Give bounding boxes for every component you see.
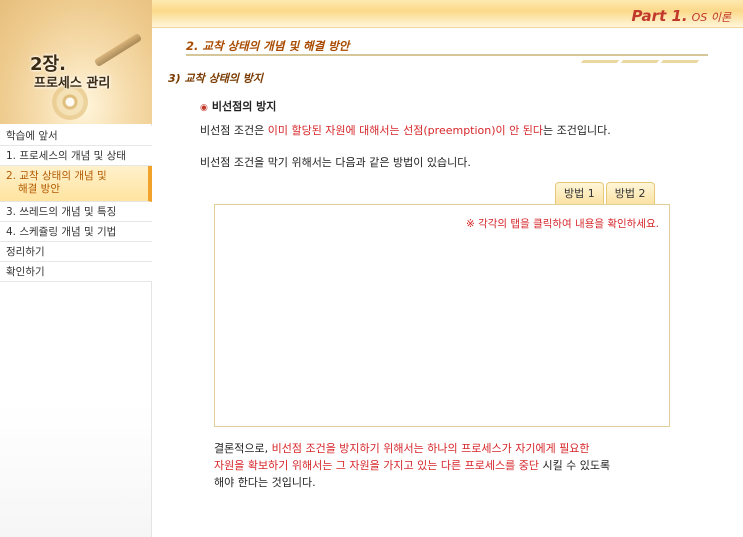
method-intro-paragraph: 비선점 조건을 막기 위해서는 다음과 같은 방법이 있습니다.: [200, 156, 471, 169]
conclusion-line1-a: 결론적으로,: [214, 442, 272, 455]
conclusion-line1: 결론적으로, 비선점 조건을 방지하기 위해서는 하나의 프로세스가 자기에게 …: [214, 440, 684, 457]
conclusion-line2: 자원을 확보하기 위해서는 그 자원을 가지고 있는 다른 프로세스를 중단 시…: [214, 457, 684, 474]
conclusion-paragraph: 결론적으로, 비선점 조건을 방지하기 위해서는 하나의 프로세스가 자기에게 …: [214, 440, 684, 491]
menu-item-process-concept[interactable]: 1. 프로세스의 개념 및 상태: [0, 146, 152, 166]
conclusion-line1-b: 비선점 조건을 방지하기 위해서는 하나의 프로세스가 자기에게 필요한: [271, 442, 590, 455]
chapter-menu: 학습에 앞서 1. 프로세스의 개념 및 상태 2. 교착 상태의 개념 및 해…: [0, 126, 152, 282]
conclusion-line3: 해야 한다는 것입니다.: [214, 476, 316, 489]
part-title: Part 1. OS 이론: [632, 6, 731, 25]
panel-instruction: ※ 각각의 탭을 클릭하여 내용을 확인하세요.: [465, 218, 659, 230]
menu-item-intro[interactable]: 학습에 앞서: [0, 126, 152, 146]
chapter-banner: 2장. 프로세스 관리: [0, 0, 152, 124]
conclusion-line2-a: 자원을 확보하기 위해서는 그 자원을 가지고 있는 다른 프로세스를 중단: [214, 459, 539, 472]
menu-item-scheduling[interactable]: 4. 스케쥴링 개념 및 기법: [0, 222, 152, 242]
part-subtitle: OS 이론: [691, 11, 731, 24]
definition-part3: 는 조건입니다.: [543, 124, 611, 137]
sub-title: 3) 교착 상태의 방지: [168, 72, 264, 85]
menu-item-quiz[interactable]: 확인하기: [0, 262, 152, 282]
tab-method-1[interactable]: 방법 1: [555, 182, 604, 204]
chapter-name: 프로세스 관리: [34, 76, 111, 91]
method-tabs: 방법 1 방법 2: [553, 182, 655, 204]
definition-paragraph: 비선점 조건은 이미 할당된 자원에 대해서는 선점(preemption)이 …: [200, 122, 611, 138]
menu-item-summary[interactable]: 정리하기: [0, 242, 152, 262]
bullet-icon: ◉: [200, 103, 208, 113]
main-content: 2. 교착 상태의 개념 및 해결 방안 3) 교착 상태의 방지 ◉ 비선점의 …: [152, 28, 743, 537]
menu-item-thread[interactable]: 3. 쓰레드의 개념 및 특징: [0, 202, 152, 222]
section-title: 2. 교착 상태의 개념 및 해결 방안: [186, 39, 350, 53]
tab-method-2[interactable]: 방법 2: [605, 182, 655, 204]
definition-part1: 비선점 조건은: [200, 124, 268, 137]
menu-item-deadlock-line1: 2. 교착 상태의 개념 및: [6, 170, 107, 182]
part-label: Part 1.: [631, 7, 688, 25]
tab-content-panel: ※ 각각의 탭을 클릭하여 내용을 확인하세요.: [214, 204, 670, 427]
menu-item-deadlock-line2: 해결 방안: [18, 183, 60, 195]
menu-item-deadlock[interactable]: 2. 교착 상태의 개념 및 해결 방안: [0, 166, 152, 202]
sidebar: 2장. 프로세스 관리 학습에 앞서 1. 프로세스의 개념 및 상태 2. 교…: [0, 0, 152, 537]
pen-decoration-icon: [93, 32, 143, 68]
conclusion-line2-b: 시킬 수 있도록: [538, 459, 611, 472]
definition-highlight: 이미 할당된 자원에 대해서는 선점(preemption)이 안 된다: [267, 124, 544, 137]
bullet-heading-text: 비선점의 방지: [211, 100, 277, 113]
bullet-heading: ◉ 비선점의 방지: [200, 98, 276, 114]
title-underline: [186, 54, 708, 56]
